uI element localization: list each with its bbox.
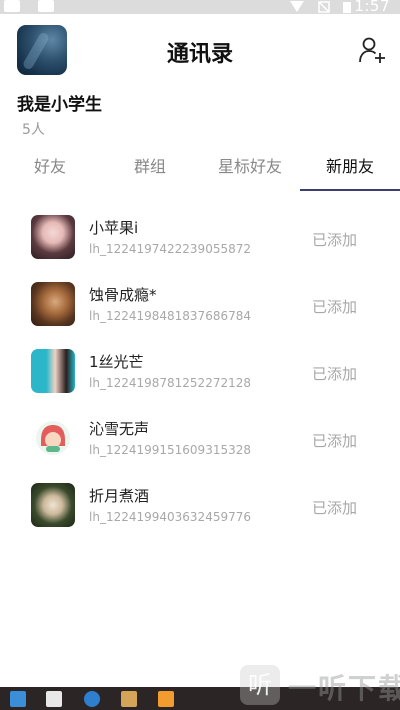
tab-groups[interactable]: 群组 <box>100 147 200 191</box>
signal-off-icon <box>318 1 330 13</box>
list-item[interactable]: 蚀骨成瘾* lh_1224198481837686784 已添加 <box>0 272 400 332</box>
friend-name: 蚀骨成瘾* <box>89 286 157 304</box>
tab-bar: 好友 群组 星标好友 新朋友 <box>0 147 400 191</box>
tab-friends[interactable]: 好友 <box>0 147 100 191</box>
list-item[interactable]: 小苹果i lh_1224197422239055872 已添加 <box>0 205 400 265</box>
notification-icon <box>4 0 20 12</box>
friend-id: lh_1224199403632459776 <box>89 510 251 524</box>
avatar <box>31 282 75 326</box>
app-icon[interactable] <box>158 691 174 707</box>
list-item[interactable]: 1丝光芒 lh_1224198781252272128 已添加 <box>0 339 400 399</box>
added-status[interactable]: 已添加 <box>312 296 357 317</box>
user-name: 我是小学生 <box>17 95 102 115</box>
added-status[interactable]: 已添加 <box>312 430 357 451</box>
member-count: 5人 <box>22 122 45 138</box>
browser-icon[interactable] <box>84 691 100 707</box>
friend-id: lh_1224198481837686784 <box>89 309 251 323</box>
status-bar: 1:57 <box>0 0 400 15</box>
watermark: 听 一听下载 <box>240 663 400 710</box>
list-item[interactable]: 折月煮酒 lh_1224199403632459776 已添加 <box>0 473 400 533</box>
folder-icon[interactable] <box>121 691 137 707</box>
friend-name: 1丝光芒 <box>89 353 144 371</box>
friend-name: 折月煮酒 <box>89 487 150 505</box>
added-status[interactable]: 已添加 <box>312 497 357 518</box>
header: 通讯录 <box>0 14 400 84</box>
qr-code-icon[interactable] <box>46 691 62 707</box>
friend-id: lh_1224197422239055872 <box>89 242 251 256</box>
battery-icon <box>343 2 351 13</box>
friend-name: 小苹果i <box>89 219 139 237</box>
avatar <box>31 416 75 460</box>
watermark-logo: 听 <box>240 665 280 705</box>
friend-name: 沁雪无声 <box>89 420 150 438</box>
wifi-icon <box>290 1 304 12</box>
image-notification-icon <box>38 0 54 12</box>
status-time: 1:57 <box>354 0 390 15</box>
watermark-text: 一听下载 <box>288 672 400 705</box>
list-item[interactable]: 沁雪无声 lh_1224199151609315328 已添加 <box>0 406 400 466</box>
tab-new-friends[interactable]: 新朋友 <box>300 147 400 191</box>
avatar <box>31 215 75 259</box>
avatar <box>31 483 75 527</box>
tab-starred-friends[interactable]: 星标好友 <box>200 147 300 191</box>
friend-id: lh_1224198781252272128 <box>89 376 251 390</box>
page-title: 通讯录 <box>166 42 233 67</box>
add-user-icon[interactable] <box>358 36 386 64</box>
window-icon[interactable] <box>10 691 26 707</box>
friend-id: lh_1224199151609315328 <box>89 443 251 457</box>
active-tab-indicator <box>300 189 400 191</box>
added-status[interactable]: 已添加 <box>312 229 357 250</box>
added-status[interactable]: 已添加 <box>312 363 357 384</box>
avatar <box>31 349 75 393</box>
